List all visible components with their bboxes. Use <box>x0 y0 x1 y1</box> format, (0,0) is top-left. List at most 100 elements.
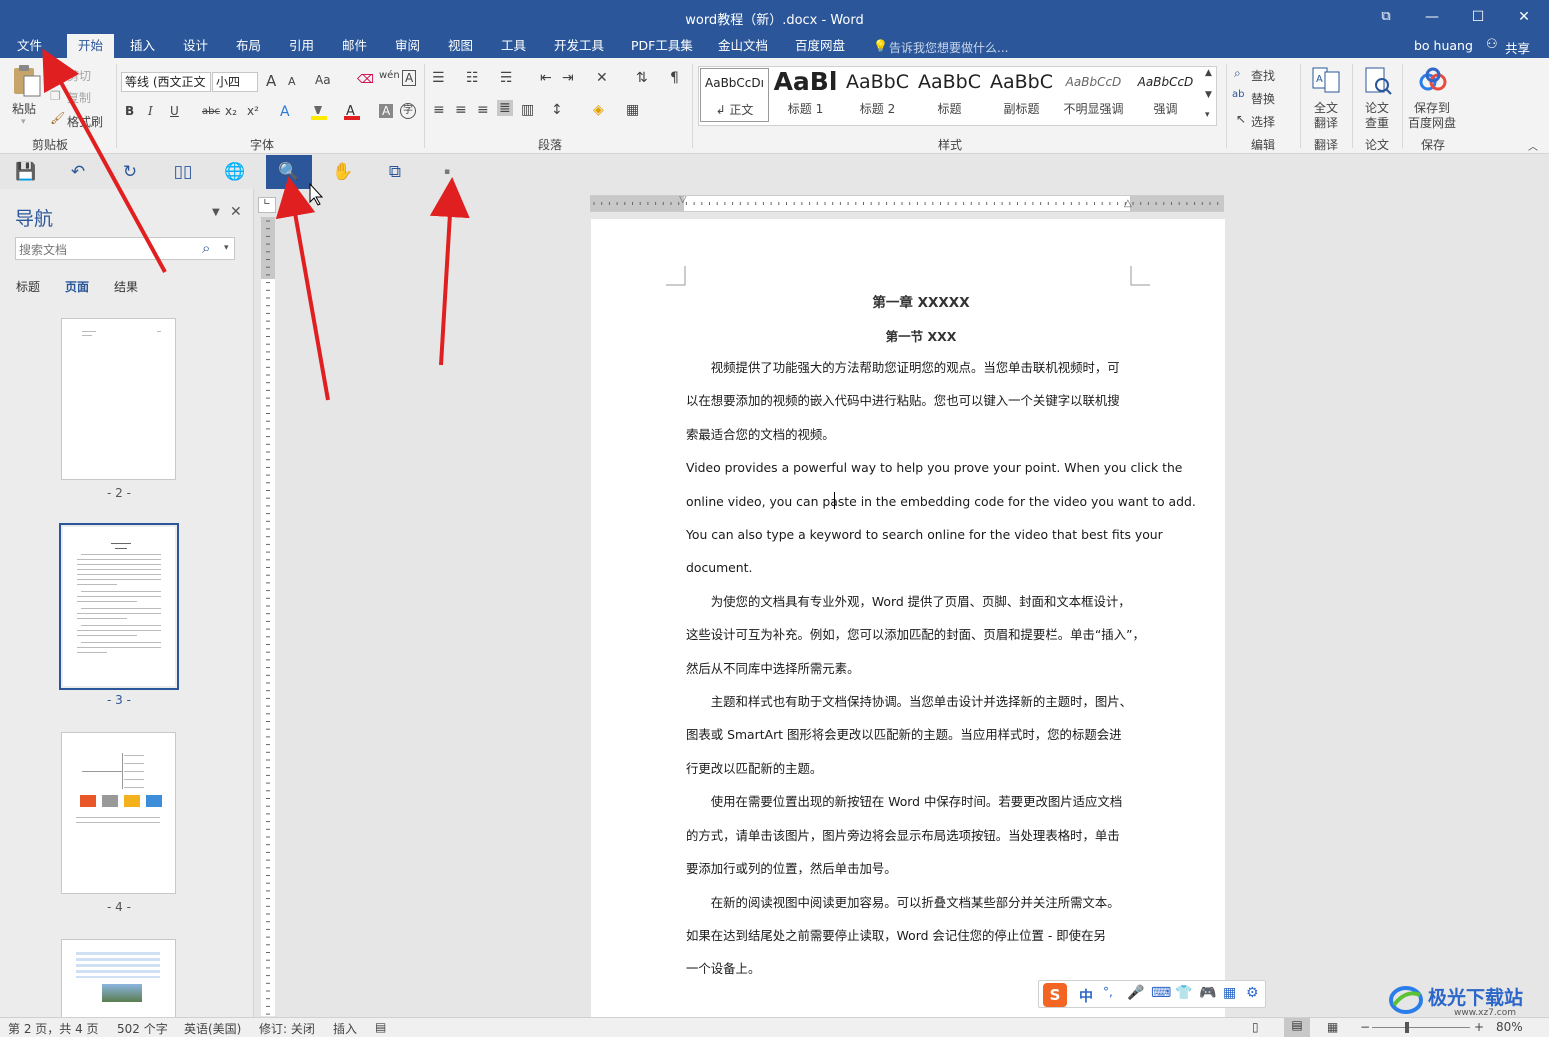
shading-icon[interactable]: ◈ <box>593 102 604 118</box>
bullets-icon[interactable]: ☰ <box>432 70 445 86</box>
apps-grid-icon[interactable]: ▦ <box>1223 985 1236 1001</box>
italic-icon[interactable]: I <box>148 104 153 118</box>
save-icon[interactable]: 💾 <box>3 155 49 189</box>
underline-icon[interactable]: U <box>170 104 179 118</box>
keyboard-icon[interactable]: ⌨ <box>1151 985 1171 1001</box>
paper-check-icon[interactable] <box>1363 66 1393 96</box>
skin-icon[interactable]: 👕 <box>1175 985 1192 1001</box>
superscript-icon[interactable]: x² <box>247 104 259 118</box>
macro-icon[interactable]: ▤ <box>375 1020 386 1034</box>
tab-layout[interactable]: 布局 <box>229 34 268 58</box>
nav-options-icon[interactable]: ▼ <box>212 207 220 218</box>
window-switch-icon[interactable]: ⧉ <box>372 155 418 189</box>
clear-formatting-icon[interactable]: ⌫ <box>357 72 374 86</box>
settings-icon[interactable]: ⚙ <box>1246 985 1259 1001</box>
subscript-icon[interactable]: x₂ <box>225 104 237 118</box>
text-effects-icon[interactable]: A <box>280 104 290 120</box>
tab-design[interactable]: 设计 <box>176 34 215 58</box>
right-indent-marker[interactable]: △ <box>1124 198 1132 209</box>
align-left-icon[interactable]: ≡ <box>433 102 445 118</box>
page-count[interactable]: 第 2 页，共 4 页 <box>8 1020 99 1037</box>
numbering-icon[interactable]: ☷ <box>466 70 479 86</box>
zoom-in-icon[interactable]: + <box>1474 1020 1484 1034</box>
page-thumbnail-selected[interactable] <box>59 523 179 690</box>
find-button[interactable]: 查找 <box>1251 67 1275 84</box>
cut-button[interactable]: 剪切 <box>67 67 91 84</box>
tab-references[interactable]: 引用 <box>282 34 321 58</box>
show-marks-icon[interactable]: ¶ <box>670 70 679 86</box>
style-emphasis[interactable]: AaBbCcD 强调 <box>1131 68 1200 122</box>
copy-button[interactable]: 复制 <box>67 89 91 106</box>
maximize-button[interactable]: ☐ <box>1455 0 1501 34</box>
collapse-ribbon-icon[interactable]: ︿ <box>1528 138 1538 153</box>
page-thumbnail[interactable] <box>61 732 176 894</box>
zoom-out-icon[interactable]: − <box>1360 1020 1370 1034</box>
nav-search-input[interactable]: 搜索文档 ⌕ ▾ <box>15 237 235 260</box>
align-right-icon[interactable]: ≡ <box>477 102 489 118</box>
read-mode-icon[interactable]: ▯▯ <box>160 155 206 189</box>
print-preview-icon[interactable]: 🔍 <box>266 155 312 189</box>
web-layout-icon[interactable]: 🌐 <box>212 155 258 189</box>
search-icon[interactable]: ⌕ <box>202 239 210 257</box>
tab-home[interactable]: 开始 <box>67 34 114 58</box>
line-spacing-icon[interactable]: ↕ <box>551 102 563 118</box>
customize-toolbar-icon[interactable]: ▪ <box>444 167 450 177</box>
decrease-indent-icon[interactable]: ⇤ <box>540 70 552 86</box>
chinese-layout-icon[interactable]: ✕ <box>596 70 608 86</box>
save-cloud-label-2[interactable]: 百度网盘 <box>1408 114 1456 131</box>
tab-file[interactable]: 文件 <box>10 34 49 58</box>
paste-dropdown-icon[interactable]: ▾ <box>21 117 26 127</box>
first-line-indent-marker[interactable]: ▽ <box>679 196 687 205</box>
style-title[interactable]: AaBbC 标题 <box>915 68 984 122</box>
baidu-cloud-icon[interactable] <box>1418 66 1448 94</box>
tab-kingsoft-docs[interactable]: 金山文档 <box>711 34 775 58</box>
tab-selector-icon[interactable]: ∟ <box>258 197 276 213</box>
word-count[interactable]: 502 个字 <box>117 1020 168 1037</box>
grow-font-icon[interactable]: A <box>266 72 276 90</box>
phonetic-guide-icon[interactable]: wén <box>379 70 400 81</box>
increase-indent-icon[interactable]: ⇥ <box>562 70 574 86</box>
tab-mailings[interactable]: 邮件 <box>335 34 374 58</box>
distributed-icon[interactable]: ▥ <box>521 102 534 118</box>
multilevel-list-icon[interactable]: ☴ <box>500 70 513 86</box>
tab-insert[interactable]: 插入 <box>123 34 162 58</box>
sogou-logo-icon[interactable]: S <box>1043 983 1067 1007</box>
vertical-ruler[interactable]: ∟ <box>258 189 278 1017</box>
justify-icon[interactable]: ≣ <box>497 100 513 116</box>
style-heading2[interactable]: AaBbC 标题 2 <box>843 68 912 122</box>
close-button[interactable]: ✕ <box>1501 0 1547 34</box>
bold-icon[interactable]: B <box>125 104 134 118</box>
style-subtle-emphasis[interactable]: AaBbCcD 不明显强调 <box>1059 68 1128 122</box>
gallery-down-icon[interactable]: ▼ <box>1205 90 1212 100</box>
change-case-icon[interactable]: Aa <box>315 73 331 87</box>
tab-pdf-tools[interactable]: PDF工具集 <box>624 34 700 58</box>
web-layout-view-icon[interactable]: ▦ <box>1327 1020 1338 1034</box>
tab-view[interactable]: 视图 <box>441 34 480 58</box>
character-shading-icon[interactable]: A <box>379 104 394 118</box>
touch-mode-icon[interactable]: ✋ <box>320 155 366 189</box>
print-layout-view-icon[interactable]: ▤ <box>1284 1018 1310 1037</box>
tab-developer[interactable]: 开发工具 <box>547 34 611 58</box>
document-page[interactable]: 第一章 XXXXX 第一节 XXX 视频提供了功能强大的方法帮助您证明您的观点。… <box>591 219 1225 1017</box>
undo-icon[interactable]: ↶ <box>55 155 101 189</box>
zoom-slider[interactable] <box>1372 1027 1470 1028</box>
translate-icon[interactable]: A <box>1311 66 1341 94</box>
ribbon-display-options-icon[interactable]: ⧉ <box>1363 0 1409 34</box>
track-changes-status[interactable]: 修订: 关闭 <box>259 1020 315 1037</box>
nav-close-icon[interactable]: ✕ <box>230 204 242 220</box>
format-painter-button[interactable]: 格式刷 <box>67 113 103 130</box>
nav-tab-headings[interactable]: 标题 <box>16 278 40 295</box>
enclose-characters-icon[interactable]: 字 <box>400 103 416 119</box>
zoom-level[interactable]: 80% <box>1496 1020 1523 1034</box>
read-mode-view-icon[interactable]: ▯ <box>1252 1020 1259 1034</box>
character-border-icon[interactable]: A <box>402 70 417 86</box>
strikethrough-icon[interactable]: abc <box>202 106 220 117</box>
style-normal[interactable]: AaBbCcDı ↲ 正文 <box>700 68 769 122</box>
tab-tools[interactable]: 工具 <box>494 34 533 58</box>
game-icon[interactable]: 🎮 <box>1199 985 1216 1001</box>
style-subtitle[interactable]: AaBbC 副标题 <box>987 68 1056 122</box>
style-heading1[interactable]: AaBl 标题 1 <box>771 68 840 122</box>
font-name-combo[interactable]: 等线 (西文正文 <box>121 72 211 92</box>
highlight-color-icon[interactable] <box>310 104 328 120</box>
paste-button[interactable]: 粘贴 <box>12 100 36 117</box>
